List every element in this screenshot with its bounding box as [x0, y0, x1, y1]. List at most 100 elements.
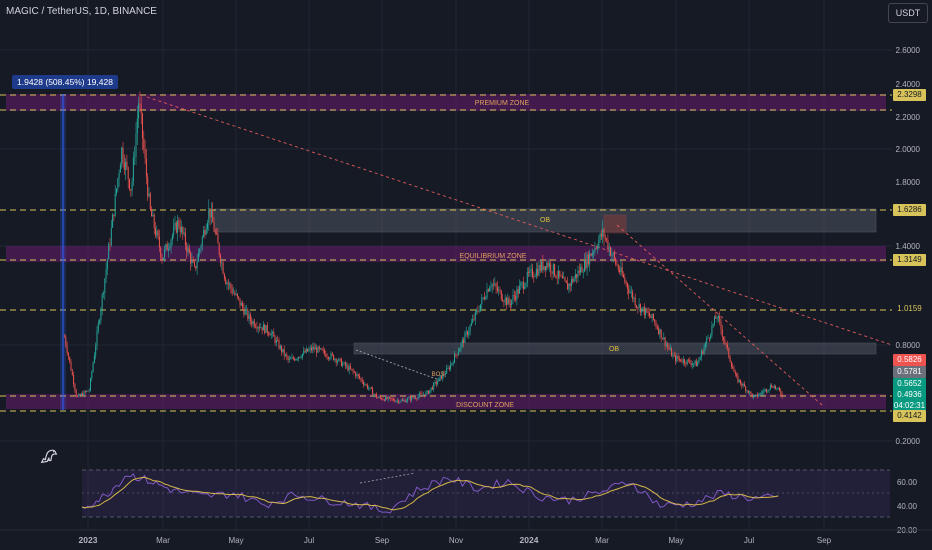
candle-body: [288, 358, 290, 360]
candle-body: [188, 247, 190, 254]
candle-body: [355, 372, 357, 377]
candle-body: [617, 265, 619, 270]
time-tick-label: Mar: [156, 536, 170, 545]
tradingview-dino-icon[interactable]: [38, 444, 60, 466]
candle-body: [742, 383, 744, 386]
candle-body: [464, 333, 466, 343]
candle-body: [350, 366, 351, 369]
candle-body: [455, 354, 457, 356]
time-tick-label: Sep: [375, 536, 390, 545]
candle-body: [192, 259, 194, 263]
chart-root[interactable]: PREMIUM ZONE EQUILIBRIUM ZONE DISCOUNT Z…: [0, 0, 932, 550]
candle-body: [411, 396, 413, 401]
candle-body: [270, 333, 272, 336]
candle-body: [171, 235, 173, 241]
currency-button[interactable]: USDT: [888, 3, 928, 23]
candle-body: [408, 397, 410, 399]
candle-body: [546, 262, 548, 270]
candle-body: [604, 237, 606, 239]
candle-body: [574, 274, 576, 279]
candle-body: [589, 253, 591, 265]
candle-body: [706, 338, 708, 344]
candle-body: [117, 178, 119, 189]
candle-body: [515, 296, 517, 300]
candle-body: [580, 266, 582, 273]
candle-body: [132, 157, 134, 182]
candle-body: [663, 337, 665, 340]
candle-body: [156, 230, 158, 236]
candle-body: [478, 310, 480, 312]
candle-body: [448, 367, 450, 370]
candle-body: [684, 359, 686, 364]
candle-body: [389, 396, 390, 398]
candle-body: [174, 222, 176, 227]
candle-body: [190, 253, 192, 264]
candle-body: [382, 399, 384, 401]
candle-body: [685, 363, 687, 365]
candle-body: [307, 348, 309, 352]
candle-body: [576, 274, 578, 278]
candle-body: [509, 303, 511, 305]
candle-body: [688, 359, 689, 361]
candle-body: [446, 368, 448, 374]
candle-body: [500, 290, 502, 300]
candle-body: [338, 358, 340, 362]
candle-body: [274, 336, 276, 344]
candle-body: [571, 278, 572, 286]
candle-body: [590, 253, 592, 256]
candle-body: [97, 323, 99, 331]
candle-body: [409, 397, 411, 401]
candle-body: [586, 254, 588, 269]
candle-body: [149, 193, 151, 210]
equilibrium-zone-label: EQUILIBRIUM ZONE: [460, 253, 527, 260]
candle-body: [314, 347, 316, 350]
candle-body: [444, 373, 446, 375]
candle-body: [751, 393, 753, 398]
candle-body: [90, 378, 91, 391]
price-tick-label: 1.4000: [896, 242, 921, 251]
candle-body: [256, 327, 258, 329]
candle-body: [197, 252, 199, 262]
candle-body: [183, 232, 185, 234]
candle-body: [248, 314, 250, 319]
candle-body: [476, 310, 478, 312]
candle-body: [425, 392, 427, 396]
candle-body: [220, 254, 221, 264]
time-tick-label: 2024: [520, 535, 539, 545]
candle-body: [734, 372, 736, 375]
candle-body: [311, 347, 312, 351]
candle-body: [750, 391, 752, 394]
candle-body: [324, 350, 325, 354]
candle-body: [278, 340, 280, 349]
candle-body: [451, 362, 453, 365]
candle-body: [236, 293, 238, 297]
time-axis[interactable]: 2023 Mar May Jul Sep Nov 2024 Mar May Jul Sep: [79, 535, 832, 545]
candle-body: [166, 243, 168, 251]
candle-body: [227, 282, 229, 285]
candle-body: [433, 383, 435, 390]
candle-body: [365, 384, 367, 386]
candle-body: [321, 348, 323, 350]
candle-body: [632, 291, 634, 299]
candle-body: [353, 371, 355, 373]
candle-body: [725, 343, 727, 345]
candle-body: [522, 282, 524, 289]
candle-body: [642, 306, 644, 308]
candle-body: [714, 316, 715, 324]
candle-body: [551, 271, 553, 274]
candle-body: [418, 393, 420, 397]
candle-body: [641, 307, 643, 313]
candle-body: [262, 324, 264, 331]
candle-body: [563, 277, 565, 279]
candle-body: [611, 254, 613, 256]
candle-body: [708, 337, 710, 339]
candle-body: [780, 390, 782, 394]
candle-body: [717, 316, 719, 319]
candle-body: [242, 303, 244, 308]
chart-canvas[interactable]: PREMIUM ZONE EQUILIBRIUM ZONE DISCOUNT Z…: [0, 0, 932, 550]
candle-body: [758, 395, 760, 397]
candle-body: [342, 363, 344, 366]
candle-body: [461, 339, 463, 344]
candle-body: [134, 156, 136, 158]
candle-body: [416, 398, 418, 400]
